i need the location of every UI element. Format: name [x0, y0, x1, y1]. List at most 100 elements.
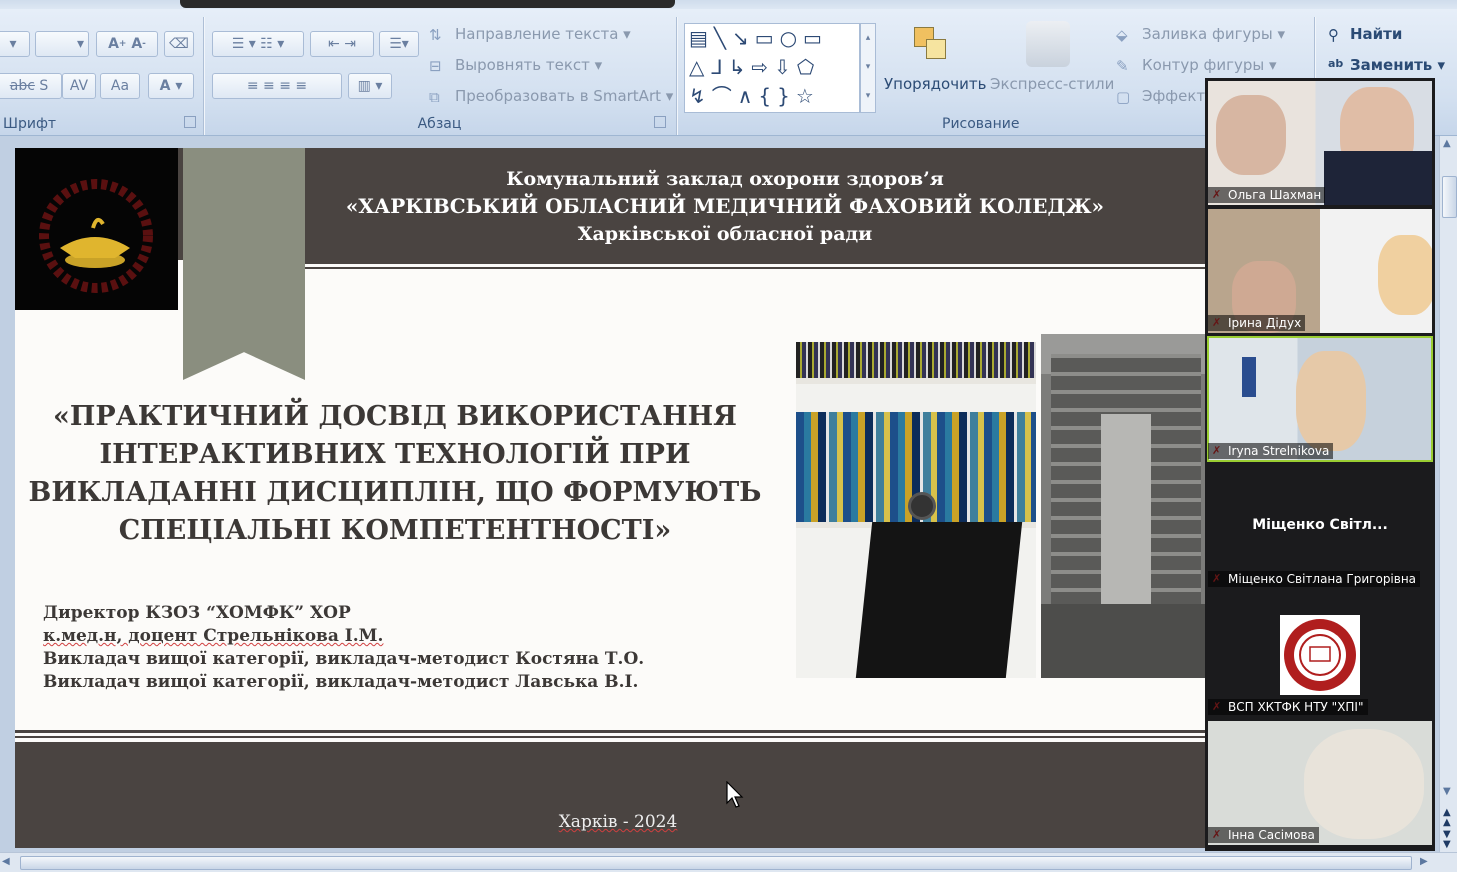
bookshelf-webcam-photo	[796, 342, 1036, 678]
slide-title: «ПРАКТИЧНИЙ ДОСВІД ВИКОРИСТАННЯ ІНТЕРАКТ…	[15, 398, 775, 550]
clear-format-icon[interactable]: ⌫	[164, 31, 194, 57]
participant-placeholder-name: Міщенко Світл...	[1252, 517, 1388, 533]
shapes-gallery-scroll[interactable]: ▴ ▾ ▾	[860, 23, 876, 113]
title-line: СПЕЦІАЛЬНІ КОМПЕТЕНТНОСТІ»	[118, 515, 672, 546]
participant-tile[interactable]: ✗ ВСП ХКТФК НТУ "ХПІ"	[1208, 593, 1432, 717]
separator	[676, 17, 677, 135]
separator	[203, 17, 204, 135]
participant-tile-active-speaker[interactable]: ✗ Iryna Strelnikova	[1207, 336, 1433, 462]
header-line-3: Харківської обласної ради	[577, 223, 873, 245]
paragraph-dialog-launcher[interactable]	[654, 116, 666, 128]
binoculars-icon: ⚲	[1328, 25, 1339, 44]
effects-icon: ▢	[1116, 87, 1131, 106]
convert-smartart-label: Преобразовать в SmartArt	[455, 87, 661, 105]
paragraph-group-label: Абзац	[417, 116, 462, 132]
bullets-numbering-buttons[interactable]: ☰ ▾ ☷ ▾	[212, 31, 304, 57]
scroll-up-icon[interactable]: ▲	[1443, 138, 1451, 149]
scroll-down-icon[interactable]: ▼	[1443, 786, 1451, 797]
mouse-cursor-icon	[726, 781, 744, 808]
text-direction-button[interactable]: ⇅ Направление текста ▾	[429, 25, 631, 44]
college-logo	[15, 148, 178, 310]
city-year-text: Харків - 2024	[558, 812, 678, 832]
slide-footer-band	[15, 742, 1205, 848]
participant-name: ВСП ХКТФК НТУ "ХПІ"	[1208, 699, 1368, 715]
shape-fill-button[interactable]: ⬙ Заливка фигуры ▾	[1116, 25, 1285, 44]
char-spacing-button[interactable]: AV	[62, 73, 96, 99]
participant-name: Iryna Strelnikova	[1208, 443, 1334, 459]
city-year: Харків - 2024	[15, 812, 1221, 832]
bookmark-ribbon-decoration	[183, 148, 305, 380]
change-case-button[interactable]: Aa	[100, 73, 140, 99]
window-title-strip	[0, 0, 1457, 9]
align-text-label: Выровнять текст	[455, 56, 590, 74]
participant-name: Ольга Шахман	[1208, 187, 1326, 203]
participant-tile[interactable]: ✗ Ольга Шахман	[1208, 81, 1432, 205]
font-size-dropdown[interactable]: ▾	[35, 31, 89, 57]
title-line: ВИКЛАДАННІ ДИСЦИПЛІН, ЩО ФОРМУЮТЬ	[28, 477, 762, 508]
smartart-icon: ⧉	[429, 87, 440, 106]
alignment-buttons[interactable]: ≡ ≡ ≡ ≡	[212, 73, 342, 99]
line-spacing-button[interactable]: ☰▾	[379, 31, 419, 57]
shape-outline-label: Контур фигуры	[1142, 56, 1265, 74]
quick-styles-icon	[1026, 21, 1070, 67]
find-label: Найти	[1350, 25, 1403, 43]
font-color-button[interactable]: A ▾	[148, 73, 194, 99]
shapes-gallery[interactable]: ▤╲↘▭○▭ △ᒧ↳⇨⇩⬠ ↯⌒∧{}☆	[684, 23, 860, 113]
author-line: Викладач вищої категорії, викладач-метод…	[43, 672, 639, 692]
effects-button[interactable]: ▢ Эффекты	[1116, 87, 1217, 106]
institution-logo	[1280, 615, 1360, 695]
font-dialog-launcher[interactable]	[184, 116, 196, 128]
arrange-button[interactable]: Упорядочить	[884, 75, 986, 93]
shape-fill-label: Заливка фигуры	[1142, 25, 1273, 43]
header-line-2: «ХАРКІВСЬКИЙ ОБЛАСНИЙ МЕДИЧНИЙ ФАХОВИЙ К…	[345, 194, 1105, 218]
replace-label: Заменить	[1350, 56, 1433, 74]
institution-emblem-icon	[1284, 619, 1356, 691]
columns-button[interactable]: ▥ ▾	[348, 73, 392, 99]
participant-video	[1216, 95, 1286, 175]
scroll-thumb-horizontal[interactable]	[20, 856, 1412, 870]
header-line-1: Комунальний заклад охорони здоров’я	[506, 168, 944, 190]
strikethrough-shadow-buttons[interactable]: abc S	[0, 73, 62, 99]
paint-bucket-icon: ⬙	[1116, 25, 1128, 44]
scroll-thumb[interactable]	[1442, 176, 1457, 218]
font-grow-shrink-buttons[interactable]: A + A-	[96, 31, 158, 57]
pencil-icon: ✎	[1116, 56, 1129, 75]
participant-video	[1378, 235, 1432, 315]
next-slide-icon[interactable]: ▼ ▼	[1443, 830, 1451, 850]
slide[interactable]: Комунальний заклад охорони здоров’я «ХАР…	[15, 148, 1205, 848]
shape-outline-button[interactable]: ✎ Контур фигуры ▾	[1116, 56, 1277, 75]
horizontal-scrollbar[interactable]: ◀ ▶	[0, 852, 1457, 872]
replace-icon: ab	[1328, 56, 1344, 70]
prev-slide-icon[interactable]: ▲ ▲	[1443, 808, 1451, 828]
participant-name: Міщенко Світлана Григорівна	[1208, 571, 1421, 587]
font-group: ▾ ▾ A + A- ⌫ abc S AV Aa A ▾ Шрифт	[0, 13, 200, 135]
find-button[interactable]: ⚲ Найти	[1328, 25, 1402, 44]
participant-tile[interactable]: ✗ Ірина Дідух	[1208, 209, 1432, 333]
participant-video	[1304, 729, 1424, 839]
author-line: Викладач вищої категорії, викладач-метод…	[43, 649, 645, 669]
header-divider	[305, 260, 1205, 264]
paragraph-group: ☰ ▾ ☷ ▾ ⇤ ⇥ ☰▾ ≡ ≡ ≡ ≡ ▥ ▾ ⇅ Направление …	[207, 13, 673, 135]
align-text-button[interactable]: ⊟ Выровнять текст ▾	[429, 56, 602, 75]
footer-divider	[15, 730, 1205, 733]
indent-buttons[interactable]: ⇤ ⇥	[310, 31, 374, 57]
scroll-right-icon[interactable]: ▶	[1420, 856, 1428, 867]
convert-smartart-button[interactable]: ⧉ Преобразовать в SmartArt ▾	[429, 87, 673, 106]
author-line: к.мед.н, доцент Стрельнікова І.М.	[43, 626, 384, 646]
text-direction-icon: ⇅	[429, 25, 442, 44]
participant-video	[1296, 351, 1366, 451]
text-direction-label: Направление текста	[455, 25, 619, 43]
footer-divider-thin	[15, 736, 1205, 738]
title-bar-dark	[180, 0, 675, 8]
author-line: Директор КЗОЗ “ХОМФК” ХОР	[43, 603, 351, 623]
header-divider-thin	[305, 267, 1205, 269]
replace-button[interactable]: ab Заменить ▾	[1328, 56, 1445, 75]
font-name-dropdown[interactable]: ▾	[0, 31, 30, 57]
title-line: «ПРАКТИЧНИЙ ДОСВІД ВИКОРИСТАННЯ	[53, 401, 737, 432]
title-line: ІНТЕРАКТИВНИХ ТЕХНОЛОГІЙ ПРИ	[99, 439, 691, 470]
participant-tile[interactable]: ✗ Інна Сасімова	[1208, 721, 1432, 845]
quick-styles-button[interactable]: Экспресс-стили	[990, 75, 1114, 93]
vertical-scrollbar[interactable]: ▲ ▼ ▲ ▲ ▼ ▼	[1439, 136, 1457, 852]
participant-tile[interactable]: Міщенко Світл... ✗ Міщенко Світлана Григ…	[1208, 465, 1432, 589]
scroll-left-icon[interactable]: ◀	[2, 856, 10, 867]
